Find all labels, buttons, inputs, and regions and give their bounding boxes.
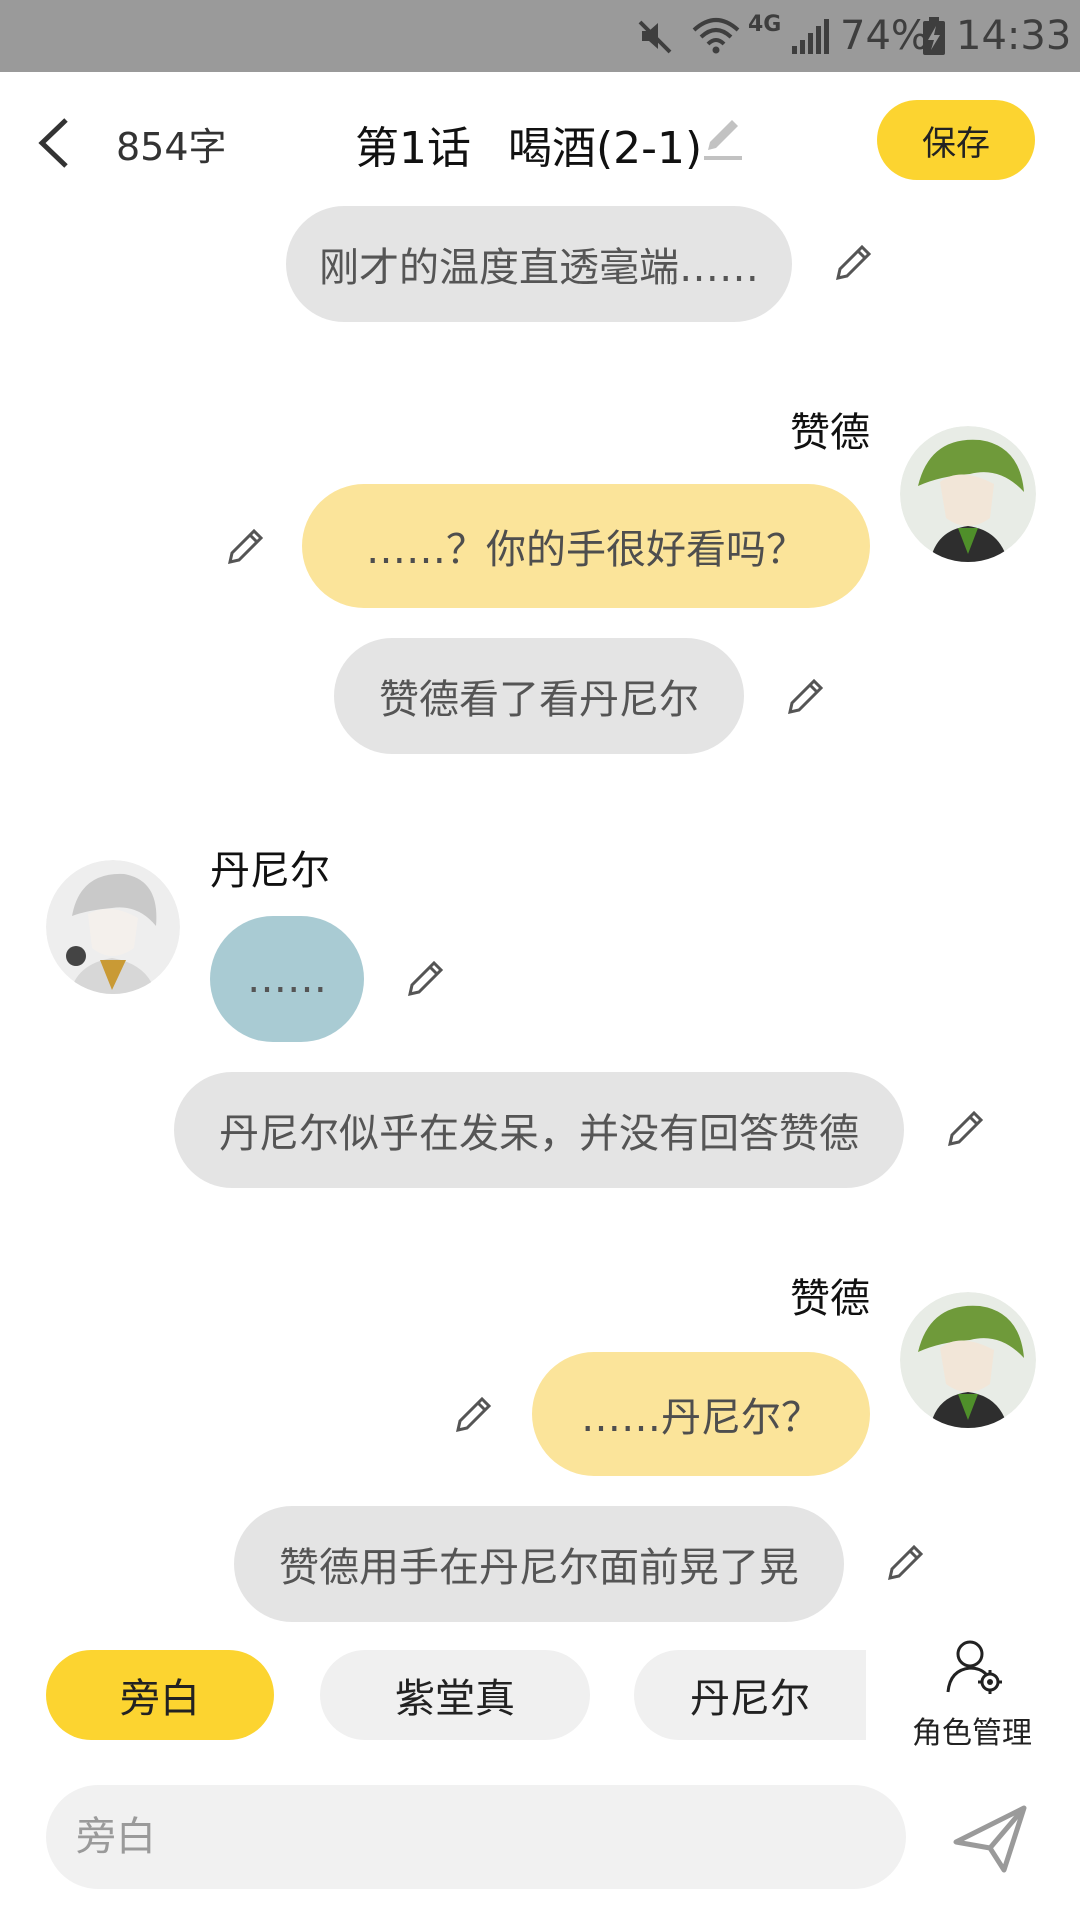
narration-bubble[interactable]: 丹尼尔似乎在发呆，并没有回答赞德 [174,1072,904,1188]
episode-title: 喝酒(2-1) [508,123,703,174]
signal-icon [790,0,830,72]
role-tab-zidangzhen[interactable]: 紫堂真 [320,1650,590,1740]
battery-percent: 74% [840,13,929,59]
role-tab-daniel[interactable]: 丹尼尔 [634,1650,866,1740]
speaker-name: 赞德 [790,1276,870,1322]
chapter-label: 第1话 [355,123,471,174]
clock: 14:33 [956,13,1072,59]
wifi-icon [690,0,742,72]
network-type-label: 4G [748,11,782,37]
edit-message-button[interactable] [780,672,830,722]
pencil-icon [836,244,872,280]
speaker-name: 赞德 [790,410,870,456]
role-management-label: 角色管理 [912,1716,1032,1751]
edit-message-button[interactable] [400,954,450,1004]
battery-charging-icon [922,0,946,72]
save-button[interactable]: 保存 [877,100,1035,180]
chat-bubble-zande[interactable]: ……？你的手很好看吗？ [302,484,870,608]
send-icon [953,1805,1027,1873]
zande-avatar[interactable] [900,1292,1036,1428]
send-button[interactable] [950,1798,1030,1878]
message-input[interactable] [46,1785,906,1889]
pencil-icon [948,1110,984,1146]
pencil-icon [228,528,264,564]
chat-bubble-zande[interactable]: ……丹尼尔？ [532,1352,870,1476]
chevron-left-icon [38,118,68,168]
word-count: 854字 [116,125,227,169]
daniel-avatar[interactable] [46,860,180,994]
zande-avatar[interactable] [900,426,1036,562]
back-button[interactable] [18,108,88,178]
narration-bubble[interactable]: 赞德看了看丹尼尔 [334,638,744,754]
pencil-icon [704,120,742,160]
status-bar: 4G 74% 14:33 [0,0,1080,72]
role-management-button[interactable]: 角色管理 [900,1636,1050,1751]
role-tab-narration[interactable]: 旁白 [46,1650,274,1740]
mute-icon [636,0,676,72]
pencil-icon [788,678,824,714]
pencil-icon [456,1396,492,1432]
chat-bubble-daniel[interactable]: …… [210,916,364,1042]
edit-title-button[interactable] [700,114,748,162]
edit-message-button[interactable] [828,238,878,288]
narration-bubble[interactable]: 刚才的温度直透毫端…… [286,206,792,322]
edit-message-button[interactable] [940,1104,990,1154]
edit-message-button[interactable] [880,1538,930,1588]
edit-message-button[interactable] [448,1390,498,1440]
user-settings-icon [940,1636,1010,1698]
speaker-name: 丹尼尔 [210,848,330,894]
edit-message-button[interactable] [220,522,270,572]
pencil-icon [888,1544,924,1580]
pencil-icon [408,960,444,996]
narration-bubble[interactable]: 赞德用手在丹尼尔面前晃了晃 [234,1506,844,1622]
